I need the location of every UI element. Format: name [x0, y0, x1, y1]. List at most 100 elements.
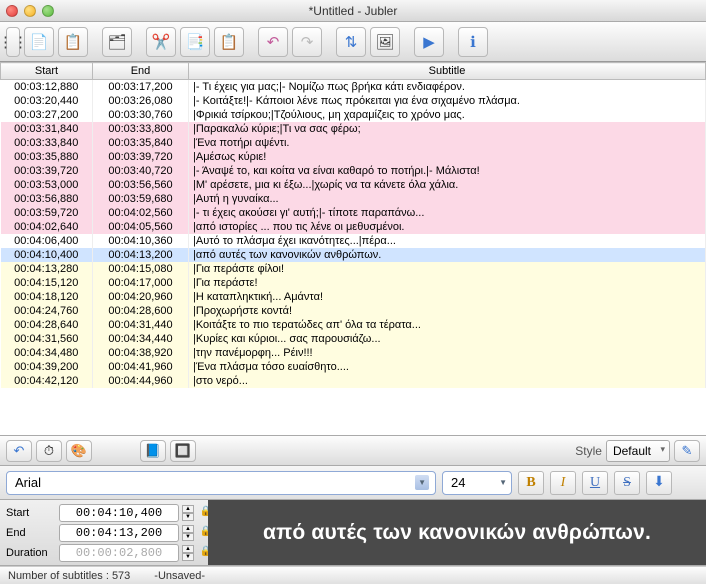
new-button[interactable]: 📄 [24, 27, 54, 57]
table-row[interactable]: 00:03:31,84000:03:33,800|Παρακαλώ κύριε;… [1, 122, 706, 136]
italic-button[interactable]: I [550, 471, 576, 495]
table-row[interactable]: 00:04:34,48000:04:38,920|την πανέμορφη..… [1, 346, 706, 360]
redo-button[interactable]: ↷ [292, 27, 322, 57]
cell-end: 00:03:56,560 [93, 178, 189, 192]
grid-button[interactable]: 🔲 [170, 440, 196, 462]
table-row[interactable]: 00:03:33,84000:03:35,840|Ένα ποτήρι αψέν… [1, 136, 706, 150]
table-row[interactable]: 00:04:39,20000:04:41,960|Ένα πλάσμα τόσο… [1, 360, 706, 374]
reparent-button[interactable]: 🗂 [102, 27, 132, 57]
edit-style-button[interactable]: ✎ [674, 440, 700, 462]
bold-button[interactable]: B [518, 471, 544, 495]
palette-button[interactable]: 🎨 [66, 440, 92, 462]
cell-start: 00:03:33,840 [1, 136, 93, 150]
table-row[interactable]: 00:03:56,88000:03:59,680|Αυτή η γυναίκα.… [1, 192, 706, 206]
cell-end: 00:04:28,600 [93, 304, 189, 318]
table-row[interactable]: 00:04:42,12000:04:44,960|στο νερό... [1, 374, 706, 388]
end-field[interactable]: 00:04:13,200 [59, 524, 179, 542]
cell-start: 00:04:10,400 [1, 248, 93, 262]
start-spinner[interactable]: ▲▼ [182, 505, 194, 521]
cell-start: 00:04:24,760 [1, 304, 93, 318]
duration-spinner[interactable]: ▲▼ [182, 545, 194, 561]
undo-button[interactable]: ↶ [258, 27, 288, 57]
status-count: Number of subtitles : 573 [8, 570, 130, 582]
table-row[interactable]: 00:03:35,88000:03:39,720|Αμέσως κύριε! [1, 150, 706, 164]
cut-button[interactable]: ✂️ [146, 27, 176, 57]
cell-start: 00:03:56,880 [1, 192, 93, 206]
table-row[interactable]: 00:04:13,28000:04:15,080|Για περάστε φίλ… [1, 262, 706, 276]
cell-subtitle: |την πανέμορφη... Ρέιν!!! [189, 346, 706, 360]
cell-end: 00:03:17,200 [93, 80, 189, 95]
col-start[interactable]: Start [1, 63, 93, 80]
cell-start: 00:04:13,280 [1, 262, 93, 276]
paste-button[interactable]: 📋 [214, 27, 244, 57]
window-title: *Untitled - Jubler [0, 4, 706, 18]
col-subtitle[interactable]: Subtitle [189, 63, 706, 80]
cell-subtitle: |Φρικιά τσίρκου;|Τζούλιους, μη χαραμίζει… [189, 108, 706, 122]
cell-subtitle: |Προχωρήστε κοντά! [189, 304, 706, 318]
cell-start: 00:03:31,840 [1, 122, 93, 136]
cell-end: 00:04:44,960 [93, 374, 189, 388]
cell-start: 00:04:15,120 [1, 276, 93, 290]
table-row[interactable]: 00:03:20,44000:03:26,080|- Κοιτάξτε!|- Κ… [1, 94, 706, 108]
cell-subtitle: |Αυτή η γυναίκα... [189, 192, 706, 206]
table-row[interactable]: 00:04:15,12000:04:17,000|Για περάστε! [1, 276, 706, 290]
cell-subtitle: |Για περάστε! [189, 276, 706, 290]
end-spinner[interactable]: ▲▼ [182, 525, 194, 541]
start-field[interactable]: 00:04:10,400 [59, 504, 179, 522]
cell-end: 00:04:17,000 [93, 276, 189, 290]
play-button[interactable]: ▶ [414, 27, 444, 57]
cell-subtitle: |Αυτό το πλάσμα έχει ικανότητες...|πέρα.… [189, 234, 706, 248]
table-row[interactable]: 00:04:28,64000:04:31,440|Κοιτάξτε το πιο… [1, 318, 706, 332]
cell-end: 00:04:38,920 [93, 346, 189, 360]
table-row[interactable]: 00:03:59,72000:04:02,560|- τι έχεις ακού… [1, 206, 706, 220]
table-row[interactable]: 00:03:27,20000:03:30,760|Φρικιά τσίρκου;… [1, 108, 706, 122]
table-row[interactable]: 00:03:53,00000:03:56,560|Μ' αρέσετε, μια… [1, 178, 706, 192]
cell-subtitle: |- Τι έχεις για μας;|- Νομίζω πως βρήκα … [189, 80, 706, 95]
cell-end: 00:03:39,720 [93, 150, 189, 164]
cell-subtitle: |Μ' αρέσετε, μια κι έξω...|χωρίς να τα κ… [189, 178, 706, 192]
child-button[interactable]: 📋 [58, 27, 88, 57]
timing-panel: Start 00:04:10,400 ▲▼ 🔒 End 00:04:13,200… [0, 500, 706, 566]
cell-subtitle: |Ένα ποτήρι αψέντι. [189, 136, 706, 150]
cell-subtitle: |Ένα πλάσμα τόσο ευαίσθητο.... [189, 360, 706, 374]
cell-end: 00:04:31,440 [93, 318, 189, 332]
table-row[interactable]: 00:04:31,56000:04:34,440|Κυρίες και κύρι… [1, 332, 706, 346]
cell-end: 00:04:15,080 [93, 262, 189, 276]
subtitle-table-wrap[interactable]: Start End Subtitle 00:03:12,88000:03:17,… [0, 62, 706, 436]
copy-button[interactable]: 📑 [180, 27, 210, 57]
cell-start: 00:03:35,880 [1, 150, 93, 164]
underline-button[interactable]: U [582, 471, 608, 495]
download-button[interactable]: ⬇ [646, 471, 672, 495]
cell-start: 00:04:02,640 [1, 220, 93, 234]
start-label: Start [6, 507, 56, 519]
back-button[interactable]: ↶ [6, 440, 32, 462]
table-row[interactable]: 00:04:06,40000:04:10,360|Αυτό το πλάσμα … [1, 234, 706, 248]
table-row[interactable]: 00:04:02,64000:04:05,560|από ιστορίες ..… [1, 220, 706, 234]
style-select[interactable]: Default [606, 440, 670, 462]
cell-start: 00:03:53,000 [1, 178, 93, 192]
font-size-select[interactable]: 24 [442, 471, 512, 495]
font-family-select[interactable]: Arial [6, 471, 436, 495]
time-tool-button[interactable]: ⏱ [36, 440, 62, 462]
cell-subtitle: |Για περάστε φίλοι! [189, 262, 706, 276]
end-label: End [6, 527, 56, 539]
sort-button[interactable]: ⇅ [336, 27, 366, 57]
table-row[interactable]: 00:04:18,12000:04:20,960|Η καταπληκτική.… [1, 290, 706, 304]
preview-button[interactable]: 🖼 [370, 27, 400, 57]
preview-text: από αυτές των κανονικών ανθρώπων. [263, 521, 651, 545]
cell-end: 00:03:35,840 [93, 136, 189, 150]
table-row[interactable]: 00:04:10,40000:04:13,200|από αυτές των κ… [1, 248, 706, 262]
cell-end: 00:03:59,680 [93, 192, 189, 206]
cell-start: 00:04:42,120 [1, 374, 93, 388]
col-end[interactable]: End [93, 63, 189, 80]
cell-end: 00:03:33,800 [93, 122, 189, 136]
strike-button[interactable]: S [614, 471, 640, 495]
cell-end: 00:04:02,560 [93, 206, 189, 220]
info-button[interactable]: ℹ [458, 27, 488, 57]
duration-field[interactable]: 00:00:02,800 [59, 544, 179, 562]
table-row[interactable]: 00:04:24,76000:04:28,600|Προχωρήστε κοντ… [1, 304, 706, 318]
bookmark-button[interactable]: 📘 [140, 440, 166, 462]
cell-end: 00:03:26,080 [93, 94, 189, 108]
table-row[interactable]: 00:03:12,88000:03:17,200|- Τι έχεις για … [1, 80, 706, 95]
table-row[interactable]: 00:03:39,72000:03:40,720|- Άναψέ το, και… [1, 164, 706, 178]
